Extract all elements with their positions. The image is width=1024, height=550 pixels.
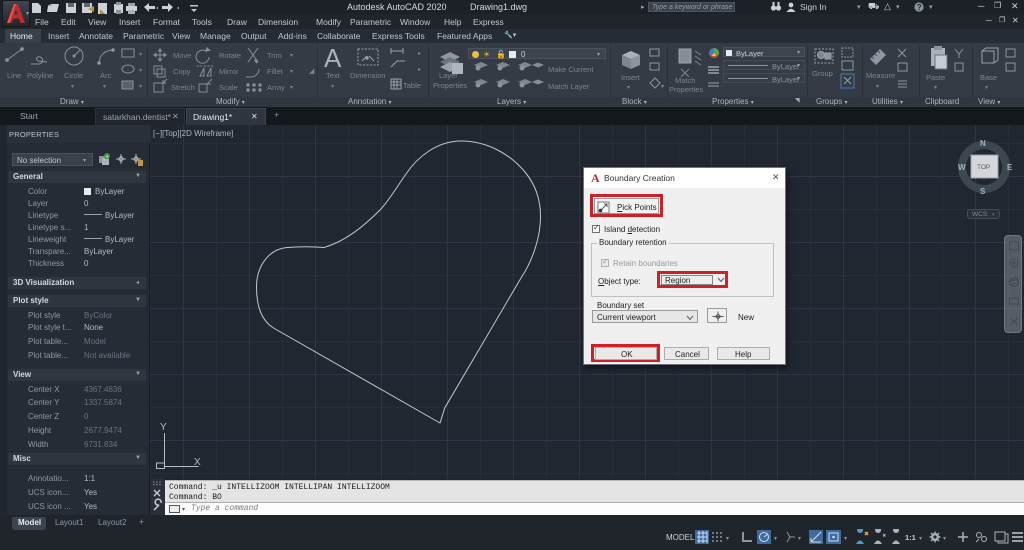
svg-text:Match: Match xyxy=(675,76,695,85)
svg-text:Scale: Scale xyxy=(219,83,238,92)
svg-text:Arc: Arc xyxy=(100,71,112,80)
svg-text:▾: ▾ xyxy=(774,536,777,542)
svg-text:S: S xyxy=(980,187,986,196)
svg-text:▾: ▾ xyxy=(290,53,293,59)
svg-text:Move: Move xyxy=(173,51,191,60)
svg-text:▾: ▾ xyxy=(934,85,937,91)
svg-text:Properties: Properties xyxy=(433,81,467,90)
svg-text:▾: ▾ xyxy=(139,68,142,74)
svg-text:X: X xyxy=(194,457,201,468)
svg-text:Circle: Circle xyxy=(64,71,83,80)
svg-text:▾: ▾ xyxy=(71,84,74,90)
svg-text:Polyline: Polyline xyxy=(27,71,53,80)
svg-text:▾: ▾ xyxy=(876,84,879,90)
svg-text:Table: Table xyxy=(403,81,421,90)
svg-text:▾: ▾ xyxy=(919,536,922,542)
svg-text:Array: Array xyxy=(267,83,285,92)
svg-text:Rotate: Rotate xyxy=(219,51,241,60)
svg-text:Stretch: Stretch xyxy=(171,83,195,92)
svg-text:▸: ▸ xyxy=(418,51,421,57)
svg-text:A: A xyxy=(324,43,342,73)
svg-text:Layer: Layer xyxy=(439,71,458,80)
svg-text:Line: Line xyxy=(7,71,21,80)
svg-text:▾: ▾ xyxy=(290,85,293,91)
svg-text:Measure: Measure xyxy=(866,71,895,80)
svg-text:N: N xyxy=(980,139,986,148)
svg-text:Mirror: Mirror xyxy=(219,67,239,76)
svg-text:▾: ▾ xyxy=(798,536,801,542)
svg-text:▾: ▾ xyxy=(627,85,630,91)
svg-text:Properties: Properties xyxy=(669,85,703,94)
svg-text:▾: ▾ xyxy=(139,52,142,58)
svg-text:?: ? xyxy=(917,3,922,12)
svg-text:Base: Base xyxy=(980,73,997,82)
svg-text:▾: ▾ xyxy=(844,536,847,542)
svg-text:▾: ▾ xyxy=(985,85,988,91)
svg-text:▾: ▾ xyxy=(103,84,106,90)
svg-text:▾: ▾ xyxy=(331,84,334,90)
svg-text:Fillet: Fillet xyxy=(267,67,284,76)
svg-text:▾: ▾ xyxy=(661,84,664,90)
svg-text:1:1: 1:1 xyxy=(905,533,916,542)
svg-text:E: E xyxy=(1007,163,1013,172)
svg-text:Make Current: Make Current xyxy=(548,65,594,74)
svg-text:Trim: Trim xyxy=(267,51,282,60)
svg-text:TOP: TOP xyxy=(977,164,990,171)
svg-text:Copy: Copy xyxy=(173,67,191,76)
svg-text:▸: ▸ xyxy=(418,67,421,73)
svg-text:+: + xyxy=(105,154,109,160)
svg-text:Group: Group xyxy=(812,69,833,78)
svg-text:Y: Y xyxy=(160,422,167,433)
svg-text:▾: ▾ xyxy=(139,84,142,90)
svg-text:Text: Text xyxy=(326,71,341,80)
svg-text:▾: ▾ xyxy=(726,536,729,542)
svg-text:▾: ▾ xyxy=(943,536,946,542)
svg-text:▾: ▾ xyxy=(290,69,293,75)
svg-text:W: W xyxy=(958,163,966,172)
svg-text:Dimension: Dimension xyxy=(350,71,385,80)
svg-text:◢: ◢ xyxy=(309,68,315,75)
svg-text:Paste: Paste xyxy=(926,73,945,82)
svg-text:Match Layer: Match Layer xyxy=(548,82,590,91)
svg-text:Insert: Insert xyxy=(621,73,641,82)
